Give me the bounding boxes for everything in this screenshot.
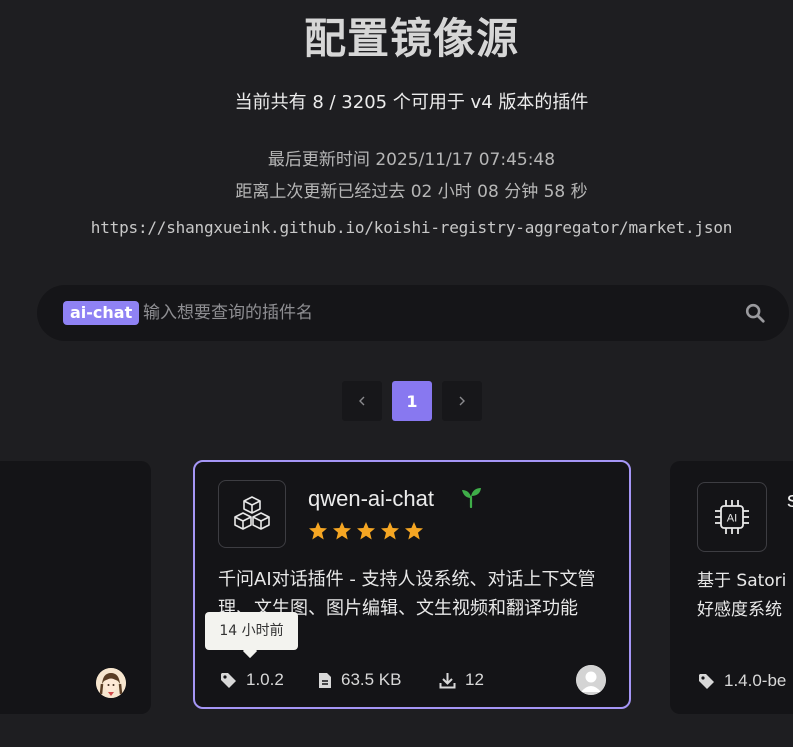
market-page: 配置镜像源 当前共有 8 / 3205 个可用于 v4 版本的插件 最后更新时间… <box>0 0 793 747</box>
chevron-left-icon <box>359 396 365 406</box>
chevron-right-icon <box>459 396 465 406</box>
tag-icon <box>221 672 236 688</box>
prev-page-button[interactable] <box>342 381 382 421</box>
plugin-version-partial: 1.4.0-be <box>724 671 787 690</box>
page-title: 配置镜像源 <box>303 14 519 63</box>
updated-tooltip: 14 小时前 <box>205 612 298 650</box>
avatar-image <box>96 668 126 698</box>
plugin-name[interactable]: qwen-ai-chat <box>308 486 434 512</box>
registry-url[interactable]: https://shangxueink.github.io/koishi-reg… <box>0 218 793 237</box>
search-icon[interactable] <box>744 302 766 324</box>
star-icon <box>381 522 399 540</box>
plugin-icon-box <box>218 480 286 548</box>
plugin-name-partial[interactable]: s <box>787 487 793 513</box>
downloads-meta: 12 <box>439 670 484 690</box>
plugin-card-partial-left[interactable] <box>0 461 151 714</box>
star-icon <box>405 522 423 540</box>
search-bar[interactable]: ai-chat <box>37 285 789 341</box>
plugin-size: 63.5 KB <box>341 670 402 689</box>
ai-chip-icon: AI <box>715 500 749 534</box>
plugin-description-partial: 基于 Satori 好感度系统 <box>697 571 787 620</box>
search-tag-chip[interactable]: ai-chat <box>63 301 140 325</box>
cubes-icon <box>234 496 270 530</box>
page-button-current[interactable]: 1 <box>392 381 432 421</box>
star-icon <box>333 522 351 540</box>
sprout-icon <box>462 488 481 508</box>
elapsed-time-text: 距离上次更新已经过去 02 小时 08 分钟 58 秒 <box>235 182 588 202</box>
star-icon <box>309 522 327 540</box>
tag-icon <box>699 673 714 689</box>
plugin-icon-box: AI <box>697 482 767 552</box>
next-page-button[interactable] <box>442 381 482 421</box>
plugin-count-summary: 当前共有 8 / 3205 个可用于 v4 版本的插件 <box>234 92 589 113</box>
plugin-card-qwen-ai-chat[interactable]: qwen-ai-chat 千问AI对话插件 - 支持人设系统、对话上下文管理、文… <box>193 460 631 709</box>
search-input[interactable] <box>143 299 723 327</box>
version-meta: 1.4.0-be <box>698 671 786 691</box>
size-meta: 63.5 KB <box>318 670 402 690</box>
svg-text:AI: AI <box>727 513 737 525</box>
last-updated-text: 最后更新时间 2025/11/17 07:45:48 <box>267 150 556 170</box>
default-avatar-icon <box>576 665 606 695</box>
star-icon <box>357 522 375 540</box>
rating-stars <box>308 521 424 541</box>
file-icon <box>319 672 331 688</box>
version-meta: 1.0.2 <box>220 670 284 690</box>
plugin-version: 1.0.2 <box>246 670 284 689</box>
plugin-downloads: 12 <box>465 670 484 689</box>
plugin-card-partial-right[interactable]: AI s 基于 Satori 好感度系统 1.4.0-be <box>670 461 793 714</box>
download-icon <box>439 672 456 688</box>
author-avatar[interactable] <box>96 668 126 698</box>
author-avatar[interactable] <box>576 665 606 695</box>
